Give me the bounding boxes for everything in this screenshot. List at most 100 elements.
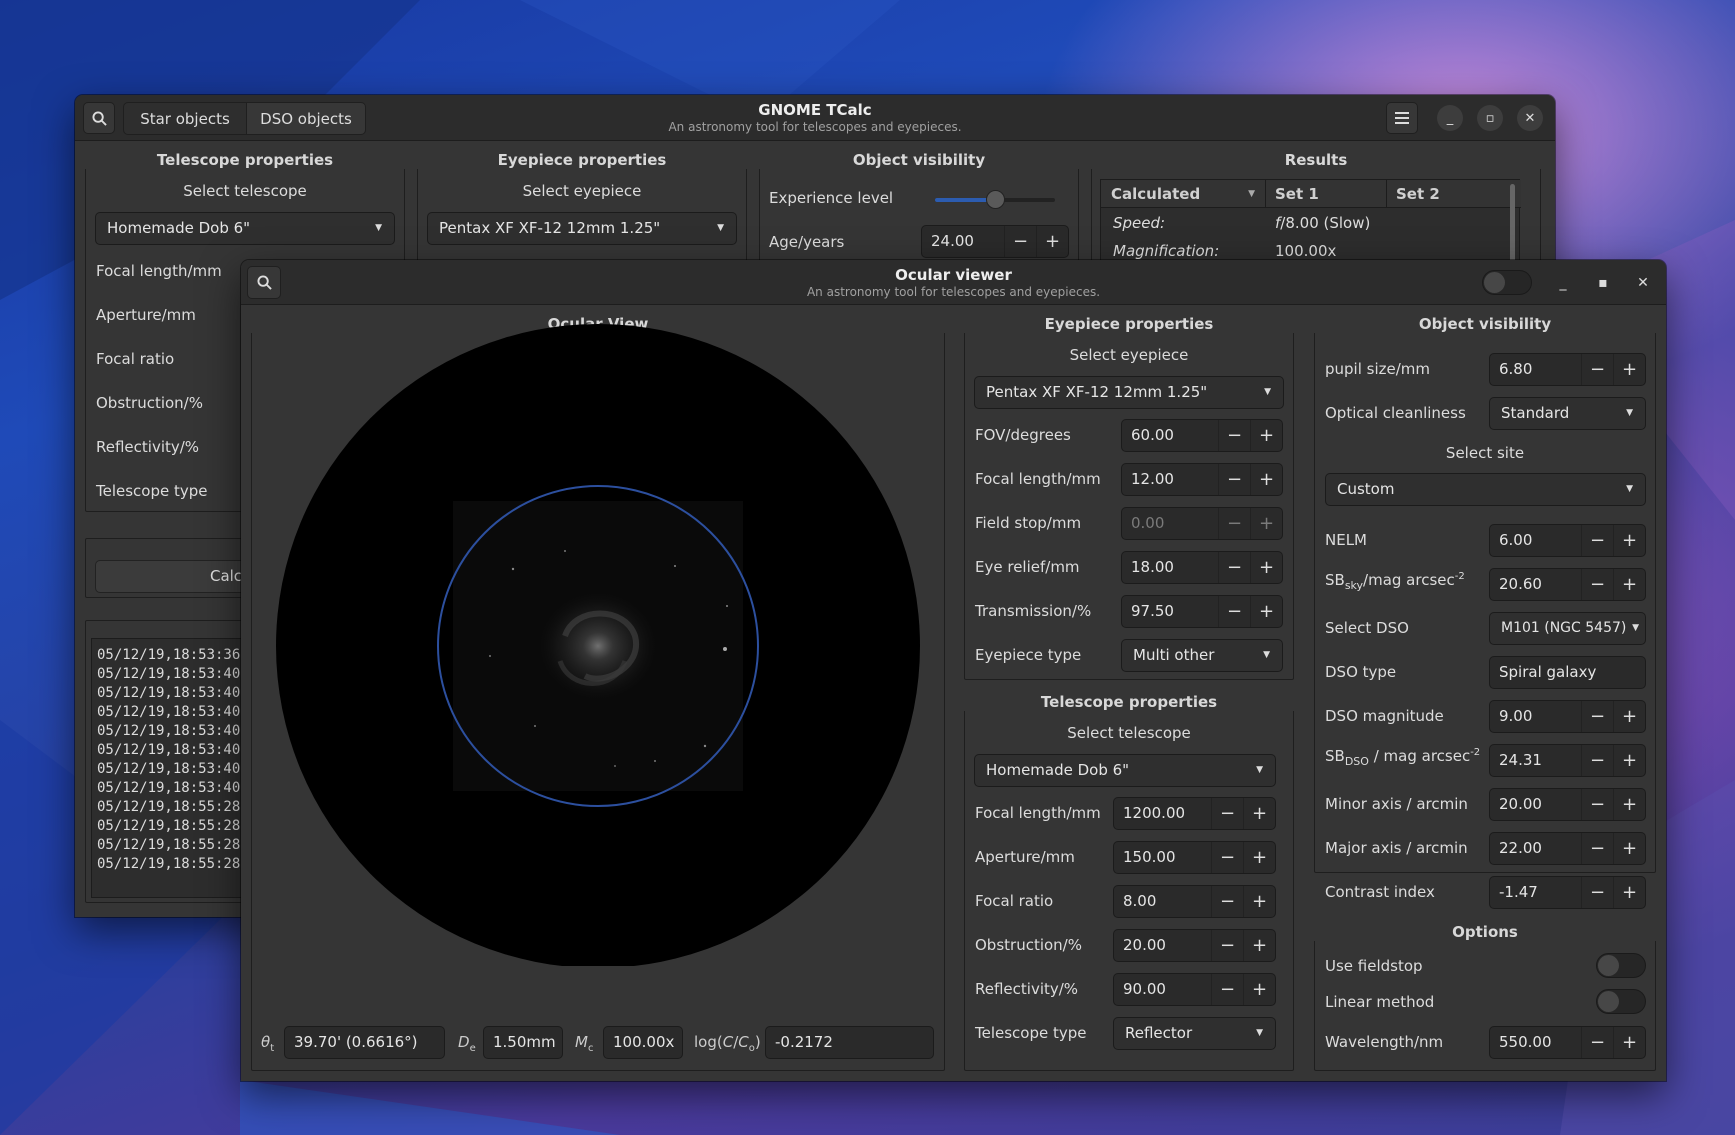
minus-icon[interactable]: − bbox=[1218, 420, 1250, 451]
dso-select[interactable]: M101 (NGC 5457) ▼ bbox=[1489, 612, 1646, 645]
plus-icon[interactable]: + bbox=[1613, 877, 1645, 908]
select-dso-label: Select DSO bbox=[1325, 619, 1409, 637]
dso-type-field[interactable]: Spiral galaxy bbox=[1489, 656, 1646, 689]
minor-axis-spin[interactable]: 20.00− + bbox=[1489, 788, 1646, 821]
ep-focal-length-spin[interactable]: 12.00− + bbox=[1121, 463, 1283, 496]
ocular-minimize-button[interactable]: _ bbox=[1549, 269, 1577, 297]
plus-icon[interactable]: + bbox=[1036, 226, 1068, 257]
minus-icon[interactable]: − bbox=[1218, 464, 1250, 495]
main-maximize-button[interactable]: ▫ bbox=[1477, 105, 1503, 131]
ocular-maximize-button[interactable]: ▪ bbox=[1589, 269, 1617, 297]
main-eyepiece-select[interactable]: Pentax XF XF-12 12mm 1.25" ▼ bbox=[427, 212, 737, 245]
tel-reflectivity-spin[interactable]: 90.00− + bbox=[1113, 973, 1276, 1006]
plus-icon[interactable]: + bbox=[1613, 1027, 1645, 1058]
dso-magnitude-label: DSO magnitude bbox=[1325, 707, 1444, 725]
main-minimize-button[interactable]: _ bbox=[1437, 105, 1463, 131]
minus-icon[interactable]: − bbox=[1211, 974, 1243, 1005]
main-age-label: Age/years bbox=[769, 233, 845, 251]
chevron-down-icon: ▼ bbox=[717, 223, 724, 233]
fov-spin[interactable]: 60.00− + bbox=[1121, 419, 1283, 452]
results-col-calculated[interactable]: Calculated ▼ bbox=[1101, 180, 1266, 208]
linear-method-label: Linear method bbox=[1325, 993, 1435, 1011]
minus-icon[interactable]: − bbox=[1211, 842, 1243, 873]
log-contrast-field[interactable]: -0.2172 bbox=[765, 1026, 934, 1059]
main-telescope-select[interactable]: Homemade Dob 6" ▼ bbox=[95, 212, 395, 245]
chevron-down-icon: ▼ bbox=[1256, 1028, 1263, 1038]
close-icon: ✕ bbox=[1637, 275, 1649, 291]
main-experience-slider[interactable] bbox=[935, 190, 1055, 209]
plus-icon[interactable]: + bbox=[1250, 552, 1282, 583]
minus-icon[interactable]: − bbox=[1581, 354, 1613, 385]
minus-icon[interactable]: − bbox=[1211, 798, 1243, 829]
minus-icon[interactable]: − bbox=[1581, 745, 1613, 776]
ocular-header-toggle[interactable] bbox=[1482, 270, 1532, 295]
ocular-telescope-select[interactable]: Homemade Dob 6" ▼ bbox=[974, 754, 1276, 787]
ocular-view-canvas[interactable] bbox=[265, 306, 925, 966]
plus-icon[interactable]: + bbox=[1613, 789, 1645, 820]
eyepiece-type-select[interactable]: Multi other ▼ bbox=[1121, 639, 1283, 672]
main-select-telescope-label: Select telescope bbox=[183, 182, 307, 200]
tel-aperture-spin[interactable]: 150.00− + bbox=[1113, 841, 1276, 874]
plus-icon[interactable]: + bbox=[1250, 464, 1282, 495]
site-select[interactable]: Custom ▼ bbox=[1325, 473, 1646, 506]
use-fieldstop-label: Use fieldstop bbox=[1325, 957, 1423, 975]
plus-icon[interactable]: + bbox=[1243, 798, 1275, 829]
plus-icon[interactable]: + bbox=[1613, 701, 1645, 732]
eye-relief-spin[interactable]: 18.00− + bbox=[1121, 551, 1283, 584]
slider-handle[interactable] bbox=[986, 190, 1005, 209]
minus-icon[interactable]: − bbox=[1581, 789, 1613, 820]
use-fieldstop-toggle[interactable] bbox=[1596, 953, 1646, 978]
minus-icon[interactable]: − bbox=[1218, 596, 1250, 627]
plus-icon[interactable]: + bbox=[1243, 930, 1275, 961]
sb-sky-spin[interactable]: 20.60− + bbox=[1489, 568, 1646, 601]
tel-obstruction-spin[interactable]: 20.00− + bbox=[1113, 929, 1276, 962]
results-col-set1[interactable]: Set 1 bbox=[1267, 180, 1387, 208]
main-age-spin[interactable]: 24.00− + bbox=[921, 225, 1069, 258]
minus-icon[interactable]: − bbox=[1581, 877, 1613, 908]
minus-icon[interactable]: − bbox=[1581, 833, 1613, 864]
transmission-spin[interactable]: 97.50− + bbox=[1121, 595, 1283, 628]
contrast-index-spin[interactable]: -1.47− + bbox=[1489, 876, 1646, 909]
main-select-eyepiece-label: Select eyepiece bbox=[522, 182, 642, 200]
results-row-speed-label: Speed: bbox=[1113, 214, 1166, 232]
plus-icon[interactable]: + bbox=[1613, 525, 1645, 556]
ocular-close-button[interactable]: ✕ bbox=[1629, 269, 1657, 297]
results-row-speed-value: f/8.00 (Slow) bbox=[1275, 214, 1371, 232]
minus-icon[interactable]: − bbox=[1581, 569, 1613, 600]
nelm-spin[interactable]: 6.00− + bbox=[1489, 524, 1646, 557]
results-col-set2[interactable]: Set 2 bbox=[1388, 180, 1508, 208]
minus-icon[interactable]: − bbox=[1218, 552, 1250, 583]
plus-icon[interactable]: + bbox=[1243, 974, 1275, 1005]
plus-icon[interactable]: + bbox=[1613, 354, 1645, 385]
minus-icon[interactable]: − bbox=[1211, 886, 1243, 917]
ocular-eyepiece-select[interactable]: Pentax XF XF-12 12mm 1.25" ▼ bbox=[974, 376, 1284, 409]
main-close-button[interactable]: ✕ bbox=[1517, 105, 1543, 131]
minus-icon[interactable]: − bbox=[1004, 226, 1036, 257]
plus-icon[interactable]: + bbox=[1243, 886, 1275, 917]
de-field[interactable]: 1.50mm bbox=[483, 1026, 563, 1059]
optical-cleanliness-select[interactable]: Standard ▼ bbox=[1489, 397, 1646, 430]
plus-icon[interactable]: + bbox=[1250, 596, 1282, 627]
telescope-type-select[interactable]: Reflector ▼ bbox=[1113, 1017, 1276, 1050]
plus-icon[interactable]: + bbox=[1613, 569, 1645, 600]
theta-field[interactable]: 39.70' (0.6616°) bbox=[284, 1026, 445, 1059]
sb-dso-spin[interactable]: 24.31− + bbox=[1489, 744, 1646, 777]
pupil-size-spin[interactable]: 6.80− + bbox=[1489, 353, 1646, 386]
linear-method-toggle[interactable] bbox=[1596, 989, 1646, 1014]
mc-field[interactable]: 100.00x bbox=[603, 1026, 683, 1059]
plus-icon[interactable]: + bbox=[1250, 420, 1282, 451]
minus-icon[interactable]: − bbox=[1581, 525, 1613, 556]
dso-magnitude-spin[interactable]: 9.00− + bbox=[1489, 700, 1646, 733]
results-row-mag-value: 100.00x bbox=[1275, 242, 1337, 260]
main-menu-button[interactable] bbox=[1386, 102, 1418, 134]
plus-icon[interactable]: + bbox=[1613, 745, 1645, 776]
plus-icon[interactable]: + bbox=[1243, 842, 1275, 873]
minus-icon[interactable]: − bbox=[1581, 1027, 1613, 1058]
minus-icon[interactable]: − bbox=[1211, 930, 1243, 961]
minus-icon[interactable]: − bbox=[1581, 701, 1613, 732]
tel-focal-length-spin[interactable]: 1200.00− + bbox=[1113, 797, 1276, 830]
wavelength-spin[interactable]: 550.00− + bbox=[1489, 1026, 1646, 1059]
plus-icon[interactable]: + bbox=[1613, 833, 1645, 864]
tel-focal-ratio-spin[interactable]: 8.00− + bbox=[1113, 885, 1276, 918]
major-axis-spin[interactable]: 22.00− + bbox=[1489, 832, 1646, 865]
